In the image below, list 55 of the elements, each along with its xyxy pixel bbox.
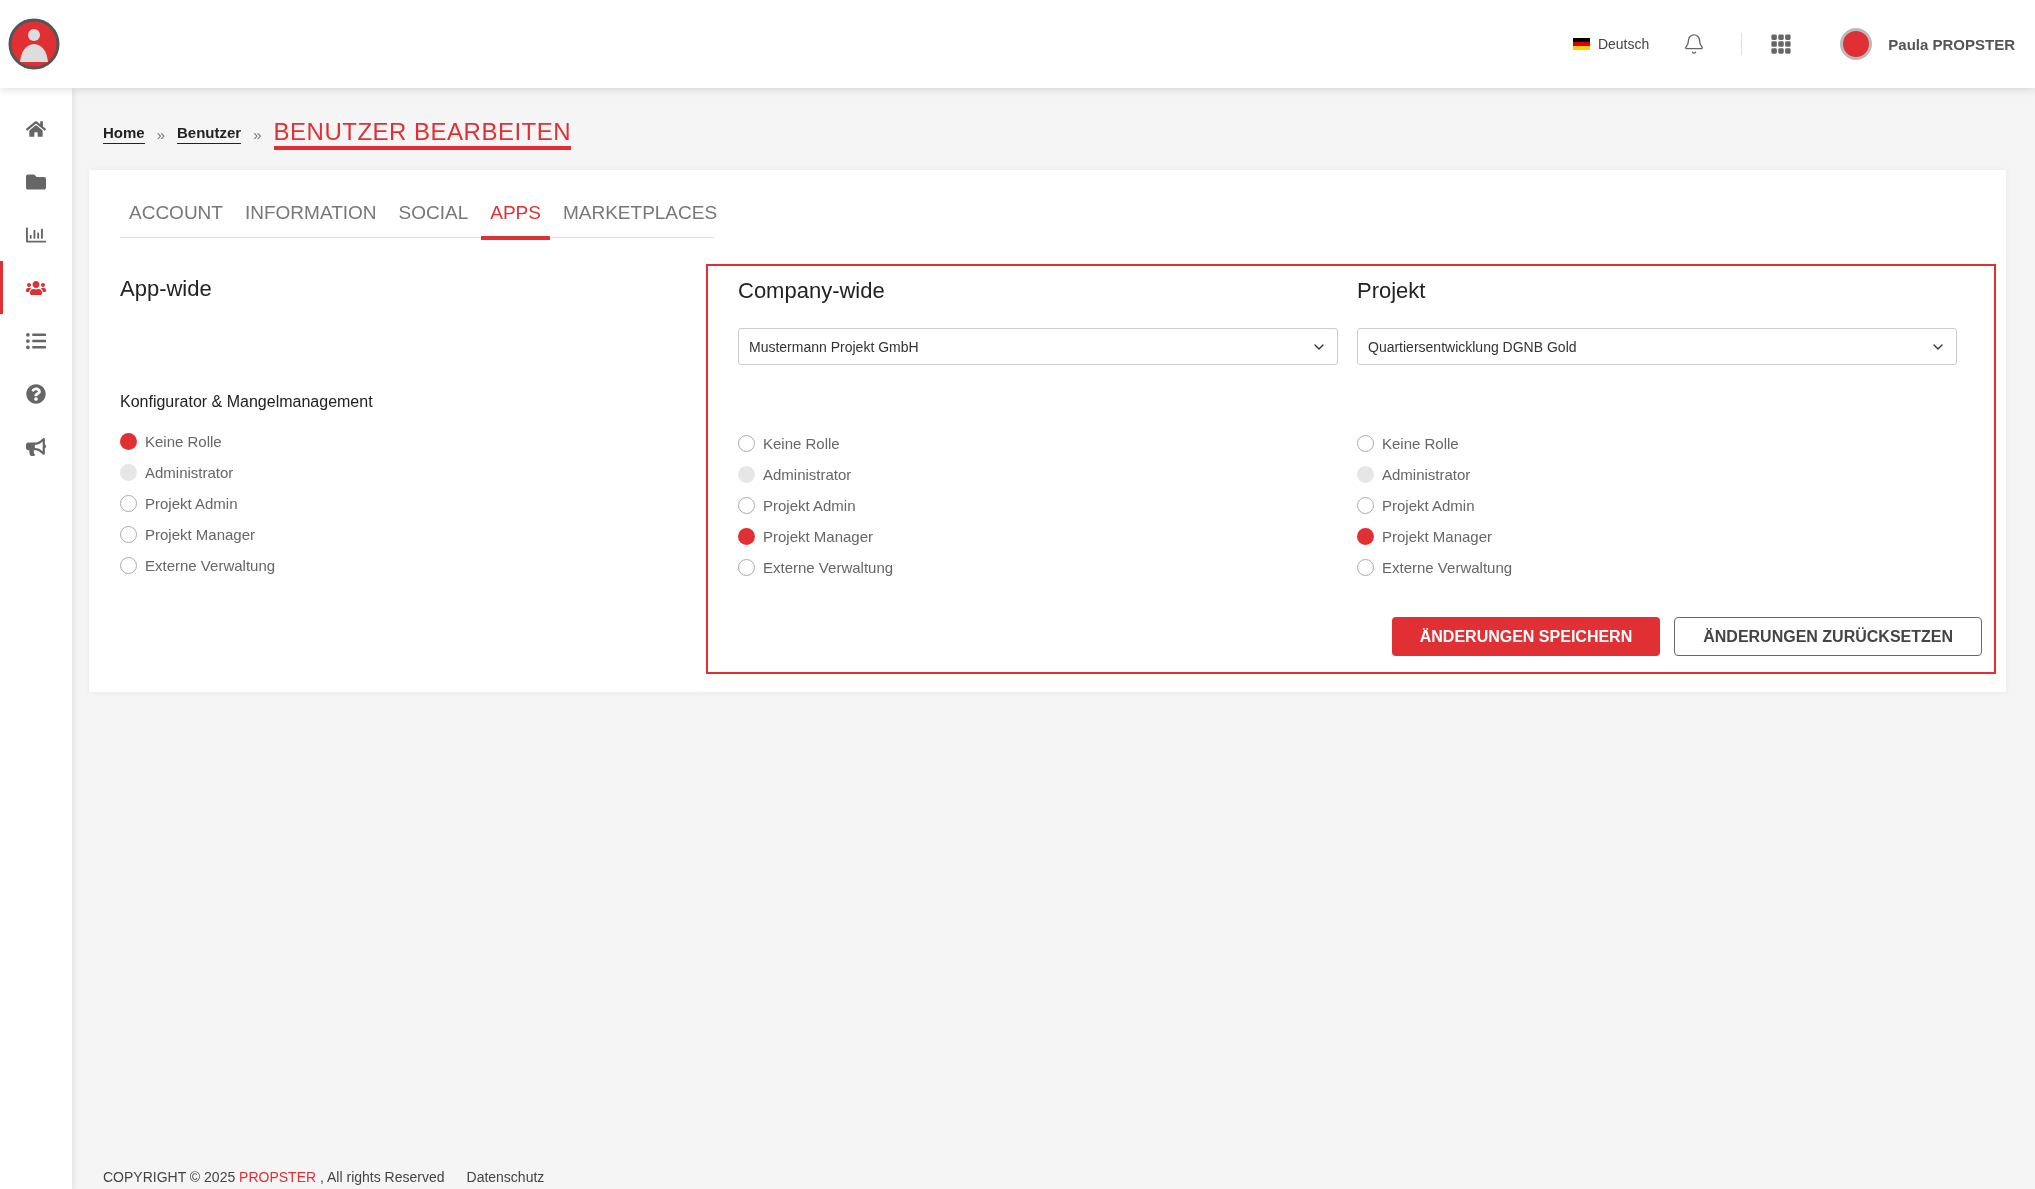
breadcrumb-separator: » [253,125,262,143]
language-selector[interactable]: Deutsch [1566,35,1656,53]
privacy-link[interactable]: Datenschutz [466,1169,545,1185]
radio-label: Externe Verwaltung [763,559,894,576]
tab[interactable]: MARKETPLACES [553,198,727,240]
logo-icon [8,18,60,70]
tab[interactable]: INFORMATION [235,198,386,240]
brand-link[interactable]: PROPSTER [239,1169,317,1185]
radio-label: Projekt Manager [1382,528,1493,545]
radio-label: Keine Rolle [1382,435,1459,452]
reset-button[interactable]: ÄNDERUNGEN ZURÜCKSETZEN [1674,617,1982,656]
notification-bell-icon[interactable] [1683,33,1706,55]
radio-label: Keine Rolle [145,433,222,450]
copyright-text: COPYRIGHT © 2025 PROPSTER , All rights Reserved [103,1169,445,1185]
section-title: Company-wide [738,278,886,305]
radio-label: Externe Verwaltung [1382,559,1513,576]
radio-button[interactable] [1357,559,1374,576]
radio-button[interactable] [738,435,755,452]
page-title: BENUTZER BEARBEITEN [273,118,572,150]
radio-button[interactable] [738,497,755,514]
tab[interactable]: APPS [481,198,550,240]
radio-button[interactable] [738,528,755,545]
radio-label: Projekt Admin [1382,497,1475,514]
radio-button[interactable] [120,495,137,512]
radio-label: Projekt Admin [763,497,856,514]
dropdown[interactable]: Quartiersentwicklung DGNB Gold [1357,328,1957,365]
radio-label: Keine Rolle [763,435,840,452]
radio-button[interactable] [1357,435,1374,452]
radio-label: Administrator [1382,466,1471,483]
radio-button[interactable] [120,433,137,450]
breadcrumb-separator: » [156,125,166,143]
radio-button[interactable] [1357,497,1374,514]
tab[interactable]: ACCOUNT [120,198,232,240]
radio-label: Projekt Manager [763,528,874,545]
user-avatar[interactable] [1840,28,1873,60]
radio-label: Administrator [145,464,234,481]
radio-label: Externe Verwaltung [145,557,276,574]
radio-label: Administrator [763,466,852,483]
apps-grid-icon[interactable] [1770,33,1793,55]
radio-label: Projekt Admin [145,495,238,512]
user-name[interactable]: Paula PROPSTER [1888,35,2015,53]
section-title: App-wide [120,276,213,303]
radio-button[interactable] [1357,528,1374,545]
breadcrumb-link[interactable]: Home [103,124,145,144]
radio-label: Projekt Manager [145,526,256,543]
radio-button[interactable] [120,557,137,574]
radio-button[interactable] [120,526,137,543]
breadcrumb-link[interactable]: Benutzer [177,124,242,144]
section-title: Projekt [1357,278,1427,305]
dropdown[interactable]: Mustermann Projekt GmbH [738,328,1338,365]
group-title: Konfigurator & Mangelmanagement [120,391,374,412]
flag-icon [1572,38,1590,50]
tab[interactable]: SOCIAL [389,198,478,240]
radio-button[interactable] [738,559,755,576]
save-button[interactable]: ÄNDERUNGEN SPEICHERN [1391,617,1661,656]
